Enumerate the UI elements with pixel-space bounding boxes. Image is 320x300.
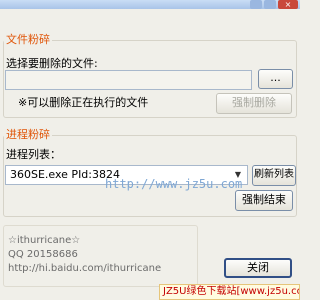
file-note: ※可以删除正在执行的文件	[18, 96, 149, 109]
file-path-input[interactable]	[5, 70, 252, 90]
site-banner: JZ5U绿色下载站[www.jz5u.com]	[159, 284, 300, 300]
refresh-list-button[interactable]: 刷新列表	[252, 165, 296, 186]
minimize-button[interactable]	[250, 0, 262, 9]
process-select-value: 360SE.exe PId:3824	[10, 168, 120, 181]
close-button[interactable]: 关闭	[224, 258, 292, 278]
watermark-text: http://www.jz5u.com	[105, 177, 243, 191]
select-file-label: 选择要删除的文件:	[6, 57, 98, 70]
author-name: ☆ithurricane☆	[8, 235, 81, 246]
browse-button[interactable]: ...	[258, 69, 293, 89]
author-link: http://hi.baidu.com/ithurricane	[8, 263, 162, 274]
author-qq: QQ 20158686	[8, 249, 78, 260]
title-bar: ×	[0, 0, 300, 9]
close-icon: ×	[284, 0, 292, 9]
file-section-title: 文件粉碎	[4, 33, 52, 47]
force-end-button[interactable]: 强制结束	[235, 190, 293, 211]
process-list-label: 进程列表：	[6, 148, 61, 161]
maximize-button[interactable]	[264, 0, 276, 9]
force-delete-button[interactable]: 强制删除	[216, 93, 292, 114]
close-window-button[interactable]: ×	[278, 0, 298, 9]
process-section-title: 进程粉碎	[4, 128, 52, 142]
